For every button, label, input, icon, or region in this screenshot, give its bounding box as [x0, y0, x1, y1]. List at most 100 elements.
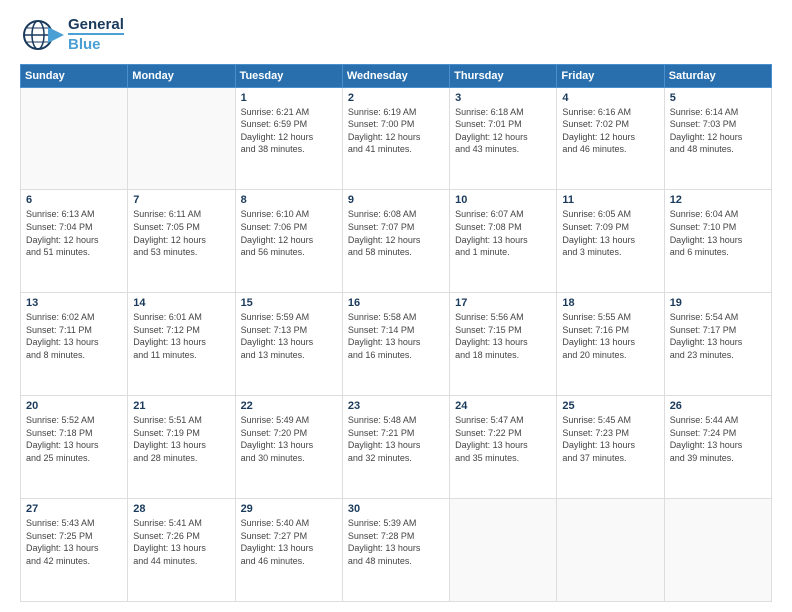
- calendar-cell: 24Sunrise: 5:47 AM Sunset: 7:22 PM Dayli…: [450, 396, 557, 499]
- calendar-cell: 26 Sunrise: 5:44 AM Sunset: 7:24 PM Dayli…: [664, 396, 771, 499]
- day-info: Sunrise: 6:18 AM Sunset: 7:01 PM Dayligh…: [455, 106, 551, 156]
- day-number: 11: [562, 194, 658, 206]
- calendar-cell: [664, 499, 771, 602]
- day-info: Sunrise: 6:04 AM Sunset: 7:10 PM Dayligh…: [670, 208, 766, 258]
- calendar-week-row: 13 Sunrise: 6:02 AM Sunset: 7:11 PM Dayli…: [21, 293, 772, 396]
- calendar-cell: 16 Sunrise: 5:58 AM Sunset: 7:14 PM Dayli…: [342, 293, 449, 396]
- calendar-cell: 11 Sunrise: 6:05 AM Sunset: 7:09 PM Dayli…: [557, 190, 664, 293]
- day-number: 6: [26, 194, 122, 206]
- weekday-header: Tuesday: [235, 64, 342, 87]
- day-number: 5: [670, 92, 766, 104]
- day-info: Sunrise: 5:39 AM Sunset: 7:28 PM Dayligh…: [348, 517, 444, 567]
- day-number: 24: [455, 400, 551, 412]
- day-number: 25: [562, 400, 658, 412]
- calendar-cell: 28 Sunrise: 5:41 AM Sunset: 7:26 PM Dayli…: [128, 499, 235, 602]
- calendar-header-row: SundayMondayTuesdayWednesdayThursdayFrid…: [21, 64, 772, 87]
- day-number: 10: [455, 194, 551, 206]
- calendar-cell: 27 Sunrise: 5:43 AM Sunset: 7:25 PM Dayli…: [21, 499, 128, 602]
- calendar-week-row: 6Sunrise: 6:13 AM Sunset: 7:04 PM Daylig…: [21, 190, 772, 293]
- day-info: Sunrise: 6:01 AM Sunset: 7:12 PM Dayligh…: [133, 311, 229, 361]
- calendar-cell: 22 Sunrise: 5:49 AM Sunset: 7:20 PM Dayli…: [235, 396, 342, 499]
- day-number: 7: [133, 194, 229, 206]
- day-info: Sunrise: 5:55 AM Sunset: 7:16 PM Dayligh…: [562, 311, 658, 361]
- calendar-cell: [21, 87, 128, 190]
- calendar-cell: 3 Sunrise: 6:18 AM Sunset: 7:01 PM Daylig…: [450, 87, 557, 190]
- day-info: Sunrise: 5:44 AM Sunset: 7:24 PM Dayligh…: [670, 414, 766, 464]
- day-number: 22: [241, 400, 337, 412]
- calendar-cell: 25 Sunrise: 5:45 AM Sunset: 7:23 PM Dayli…: [557, 396, 664, 499]
- day-number: 14: [133, 297, 229, 309]
- calendar-cell: 5 Sunrise: 6:14 AM Sunset: 7:03 PM Daylig…: [664, 87, 771, 190]
- page: General Blue SundayMondayTuesdayWednesda…: [0, 0, 792, 612]
- calendar-cell: 12 Sunrise: 6:04 AM Sunset: 7:10 PM Dayli…: [664, 190, 771, 293]
- day-info: Sunrise: 5:41 AM Sunset: 7:26 PM Dayligh…: [133, 517, 229, 567]
- day-info: Sunrise: 6:14 AM Sunset: 7:03 PM Dayligh…: [670, 106, 766, 156]
- day-info: Sunrise: 6:16 AM Sunset: 7:02 PM Dayligh…: [562, 106, 658, 156]
- header: General Blue: [20, 16, 772, 54]
- weekday-header: Monday: [128, 64, 235, 87]
- day-number: 29: [241, 503, 337, 515]
- day-number: 23: [348, 400, 444, 412]
- day-info: Sunrise: 5:48 AM Sunset: 7:21 PM Dayligh…: [348, 414, 444, 464]
- calendar-cell: 15 Sunrise: 5:59 AM Sunset: 7:13 PM Dayli…: [235, 293, 342, 396]
- day-number: 8: [241, 194, 337, 206]
- day-info: Sunrise: 6:05 AM Sunset: 7:09 PM Dayligh…: [562, 208, 658, 258]
- day-info: Sunrise: 5:59 AM Sunset: 7:13 PM Dayligh…: [241, 311, 337, 361]
- day-info: Sunrise: 5:43 AM Sunset: 7:25 PM Dayligh…: [26, 517, 122, 567]
- day-number: 13: [26, 297, 122, 309]
- calendar-cell: 6Sunrise: 6:13 AM Sunset: 7:04 PM Daylig…: [21, 190, 128, 293]
- day-number: 30: [348, 503, 444, 515]
- day-number: 17: [455, 297, 551, 309]
- day-info: Sunrise: 6:19 AM Sunset: 7:00 PM Dayligh…: [348, 106, 444, 156]
- calendar-cell: 29 Sunrise: 5:40 AM Sunset: 7:27 PM Dayli…: [235, 499, 342, 602]
- calendar-cell: 2 Sunrise: 6:19 AM Sunset: 7:00 PM Daylig…: [342, 87, 449, 190]
- day-number: 28: [133, 503, 229, 515]
- day-number: 26: [670, 400, 766, 412]
- day-info: Sunrise: 6:08 AM Sunset: 7:07 PM Dayligh…: [348, 208, 444, 258]
- day-number: 19: [670, 297, 766, 309]
- calendar-cell: 1 Sunrise: 6:21 AM Sunset: 6:59 PM Daylig…: [235, 87, 342, 190]
- calendar-cell: 13 Sunrise: 6:02 AM Sunset: 7:11 PM Dayli…: [21, 293, 128, 396]
- calendar-cell: [450, 499, 557, 602]
- day-info: Sunrise: 5:58 AM Sunset: 7:14 PM Dayligh…: [348, 311, 444, 361]
- calendar-cell: 20Sunrise: 5:52 AM Sunset: 7:18 PM Dayli…: [21, 396, 128, 499]
- day-info: Sunrise: 6:02 AM Sunset: 7:11 PM Dayligh…: [26, 311, 122, 361]
- calendar-cell: 21 Sunrise: 5:51 AM Sunset: 7:19 PM Dayli…: [128, 396, 235, 499]
- weekday-header: Wednesday: [342, 64, 449, 87]
- calendar-cell: 19 Sunrise: 5:54 AM Sunset: 7:17 PM Dayli…: [664, 293, 771, 396]
- calendar-week-row: 1 Sunrise: 6:21 AM Sunset: 6:59 PM Daylig…: [21, 87, 772, 190]
- calendar-cell: 9 Sunrise: 6:08 AM Sunset: 7:07 PM Daylig…: [342, 190, 449, 293]
- day-number: 20: [26, 400, 122, 412]
- day-info: Sunrise: 6:10 AM Sunset: 7:06 PM Dayligh…: [241, 208, 337, 258]
- weekday-header: Friday: [557, 64, 664, 87]
- calendar-cell: 17Sunrise: 5:56 AM Sunset: 7:15 PM Dayli…: [450, 293, 557, 396]
- logo-icon: [20, 17, 64, 53]
- day-number: 1: [241, 92, 337, 104]
- day-info: Sunrise: 5:54 AM Sunset: 7:17 PM Dayligh…: [670, 311, 766, 361]
- day-number: 3: [455, 92, 551, 104]
- day-number: 15: [241, 297, 337, 309]
- day-info: Sunrise: 5:49 AM Sunset: 7:20 PM Dayligh…: [241, 414, 337, 464]
- logo-text: General: [68, 16, 124, 33]
- day-info: Sunrise: 6:21 AM Sunset: 6:59 PM Dayligh…: [241, 106, 337, 156]
- calendar-cell: 7Sunrise: 6:11 AM Sunset: 7:05 PM Daylig…: [128, 190, 235, 293]
- day-number: 21: [133, 400, 229, 412]
- weekday-header: Saturday: [664, 64, 771, 87]
- day-info: Sunrise: 5:51 AM Sunset: 7:19 PM Dayligh…: [133, 414, 229, 464]
- day-info: Sunrise: 6:07 AM Sunset: 7:08 PM Dayligh…: [455, 208, 551, 258]
- calendar-cell: [128, 87, 235, 190]
- calendar-cell: 4 Sunrise: 6:16 AM Sunset: 7:02 PM Daylig…: [557, 87, 664, 190]
- day-number: 2: [348, 92, 444, 104]
- weekday-header: Thursday: [450, 64, 557, 87]
- calendar-cell: 23 Sunrise: 5:48 AM Sunset: 7:21 PM Dayli…: [342, 396, 449, 499]
- calendar-cell: [557, 499, 664, 602]
- day-number: 12: [670, 194, 766, 206]
- day-number: 4: [562, 92, 658, 104]
- weekday-header: Sunday: [21, 64, 128, 87]
- day-number: 9: [348, 194, 444, 206]
- day-info: Sunrise: 5:40 AM Sunset: 7:27 PM Dayligh…: [241, 517, 337, 567]
- day-info: Sunrise: 5:45 AM Sunset: 7:23 PM Dayligh…: [562, 414, 658, 464]
- day-number: 27: [26, 503, 122, 515]
- calendar-table: SundayMondayTuesdayWednesdayThursdayFrid…: [20, 64, 772, 603]
- day-number: 16: [348, 297, 444, 309]
